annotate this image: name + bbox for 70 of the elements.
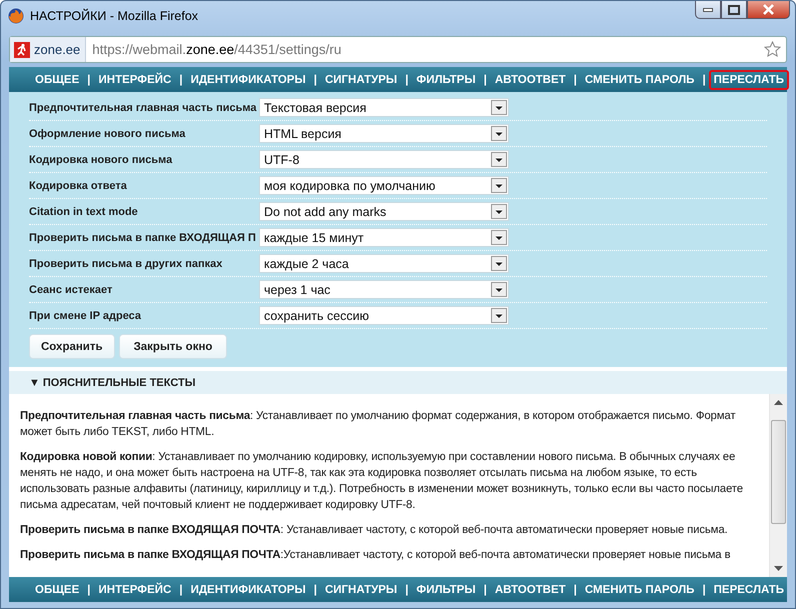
dropdown[interactable]: UTF-8 [259,150,509,169]
nav-separator: | [482,74,488,86]
site-icon [14,42,30,58]
nav-separator: | [86,74,92,86]
form-button[interactable]: Закрыть окно [118,334,228,359]
dropdown[interactable]: моя кодировка по умолчанию [259,176,509,195]
nav-link[interactable]: ИНТЕРФЕЙС [94,70,176,90]
scroll-up-icon[interactable] [774,400,783,405]
setting-label: Предпочтительная главная часть письма [29,102,258,114]
bookmark-star-icon[interactable] [764,41,781,58]
nav-separator: | [178,584,184,596]
nav-link[interactable]: СИГНАТУРЫ [320,580,402,600]
help-paragraph: Проверить письма в папке ВХОДЯЩАЯ ПОЧТА: Устанавливает частоту, с которой веб-почта автоматически проверяет новые письма. [20,523,729,538]
nav-separator: | [312,584,318,596]
dropdown[interactable]: каждые 15 минут [259,228,509,247]
setting-label: Кодировка нового письма [29,154,174,166]
dropdown[interactable]: сохранить сессию [259,306,509,325]
nav-separator: | [312,74,318,86]
maximize-icon [728,4,740,14]
setting-label: Сеанс истекает [29,284,114,296]
nav-link[interactable]: ИДЕНТИФИКАТОРЫ [186,580,311,600]
close-button[interactable] [747,1,790,19]
window-title: НАСТРОЙКИ - Mozilla Firefox [30,9,200,23]
minimize-button[interactable] [695,1,721,19]
nav-link[interactable]: АВТООТВЕТ [490,580,571,600]
nav-separator: | [482,584,488,596]
nav-link[interactable]: ФИЛЬТРЫ [411,580,481,600]
nav-link[interactable]: ФИЛЬТРЫ [411,70,481,90]
dropdown[interactable]: через 1 час [259,280,509,299]
minimize-icon [703,8,713,12]
maximize-button[interactable] [721,1,747,19]
nav-separator: | [701,74,707,86]
nav-separator: | [572,74,578,86]
dropdown[interactable]: Do not add any marks [259,202,509,221]
setting-label: Кодировка ответа [29,180,128,192]
nav-separator: | [404,74,410,86]
nav-link[interactable]: СИГНАТУРЫ [320,70,402,90]
setting-label: Проверить письма в других папках [29,258,224,270]
url-field[interactable]: https://webmail.zone.ee/44351/settings/ru [86,42,764,57]
setting-label: Проверить письма в папке ВХОДЯЩАЯ П [29,232,257,244]
dropdown[interactable]: Текстовая версия [259,98,509,117]
form-button[interactable]: Сохранить [29,334,115,359]
nav-link[interactable]: ИНТЕРФЕЙС [94,580,176,600]
scrollbar[interactable] [769,394,787,577]
nav-link[interactable]: ПЕРЕСЛАТЬ [708,580,790,600]
nav-link[interactable]: АВТООТВЕТ [490,70,571,90]
nav-link[interactable]: ПЕРЕСЛАТЬ [708,70,790,90]
nav-link[interactable]: ОБЩЕЕ [30,580,84,600]
nav-separator: | [86,584,92,596]
help-paragraph: Проверить письма в папке ВХОДЯЩАЯ ПОЧТА:Устанавливает частоту, с которой веб-почта автоматически проверяет новые письма в [20,548,732,563]
close-icon [763,4,774,15]
nav-separator: | [178,74,184,86]
setting-label: Citation in text mode [29,206,139,218]
setting-label: Оформление нового письма [29,128,186,140]
setting-label: При смене IP адреса [29,310,142,322]
section-title: ПОЯСНИТЕЛЬНЫЕ ТЕКСТЫ [42,376,196,388]
dropdown[interactable]: каждые 2 часа [259,254,509,273]
dropdown[interactable]: HTML версия [259,124,509,143]
scroll-down-icon[interactable] [774,566,783,571]
nav-link[interactable]: ОБЩЕЕ [30,70,84,90]
nav-link[interactable]: ИДЕНТИФИКАТОРЫ [186,70,311,90]
nav-separator: | [404,584,410,596]
nav-link[interactable]: СМЕНИТЬ ПАРОЛЬ [580,70,700,90]
browser-logo-icon [8,8,24,24]
collapse-toggle[interactable]: ▼ [29,376,40,388]
nav-separator: | [572,584,578,596]
help-paragraph: Предпочтительная главная часть письма: Устанавливает по умолчанию формат содержания, в котором отображается письмо. Формат может быть либо TEKST, либо HTML. [20,409,736,440]
nav-separator: | [701,584,707,596]
help-paragraph: Кодировка новой копии: Устанавливает по умолчанию кодировку, используемую при составлении нового письма. В обычных случаях ее менять не надо, и она может быть настроена на UTF-8, так как эта кодировка позволяет отсылать письма на любом языке, то есть использовать разные алфавиты (латиницу, кириллицу и т.д.). Потребность в изменении может возникнуть, только если вы часто посылаете письма адресатам, чей почтовый клиент не поддерживает кодировку UTF-8. [20,450,744,513]
nav-link[interactable]: СМЕНИТЬ ПАРОЛЬ [580,580,700,600]
